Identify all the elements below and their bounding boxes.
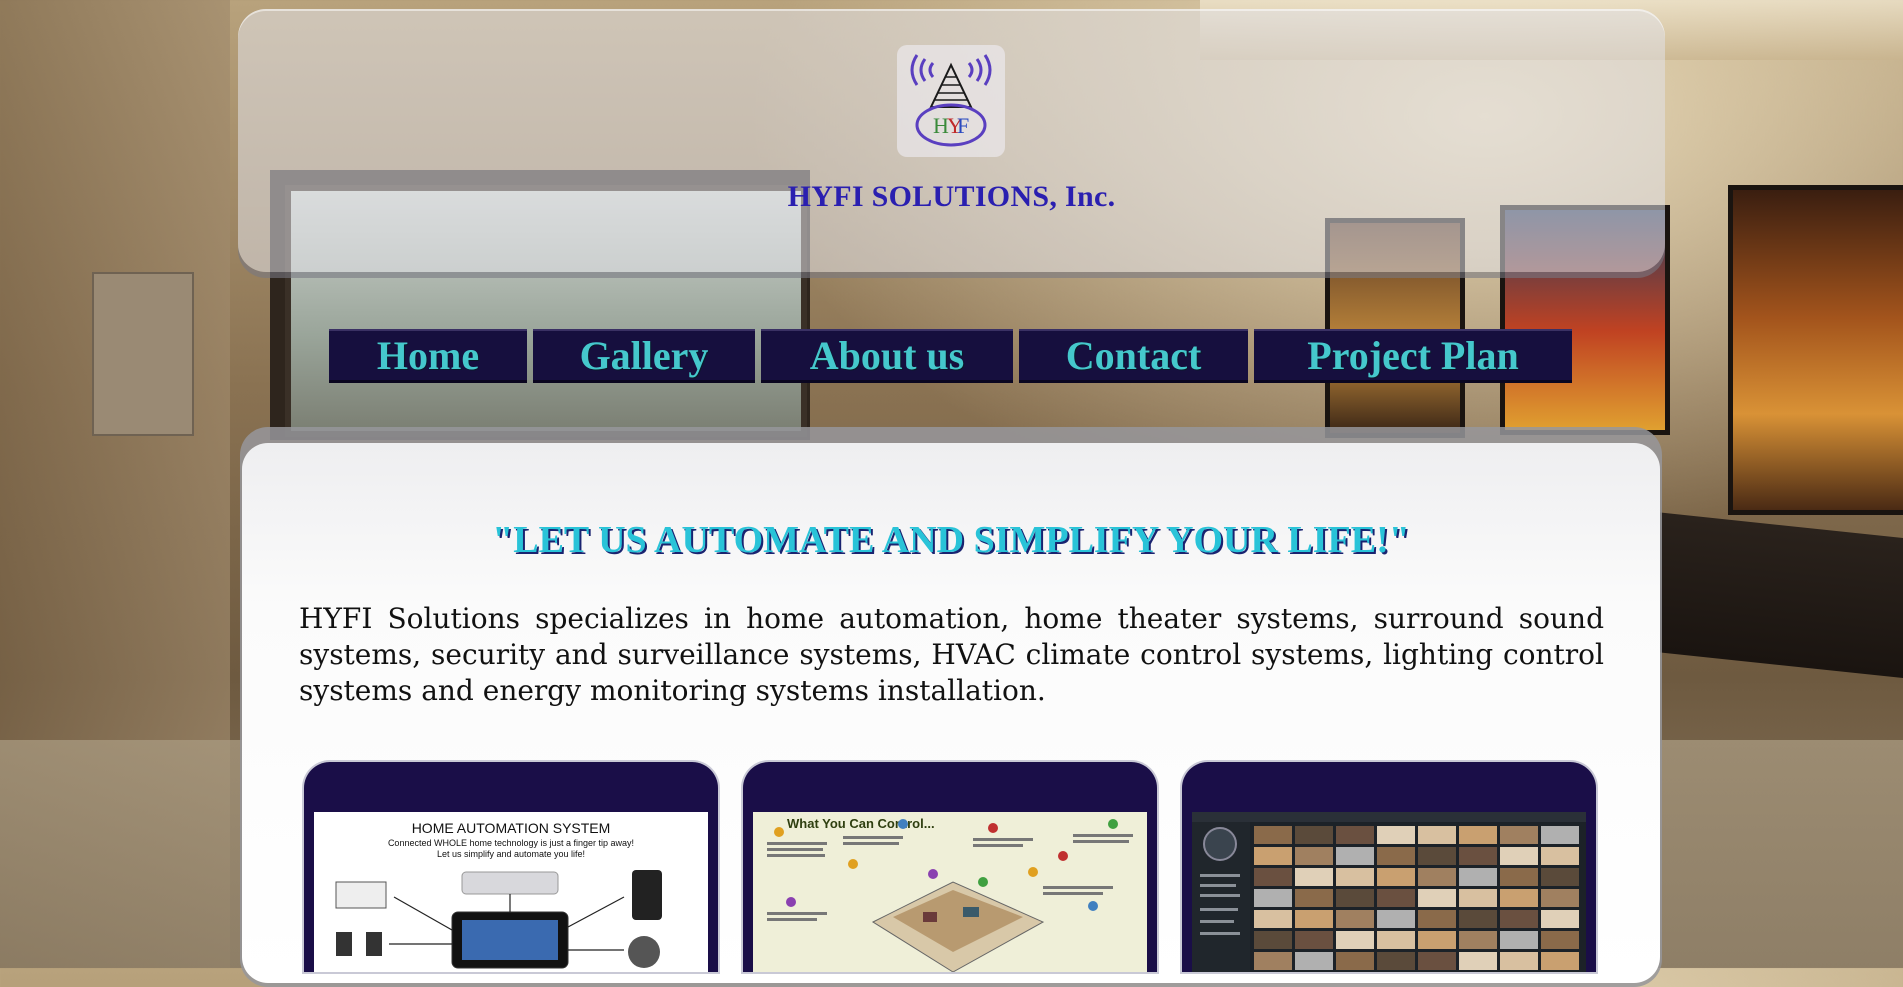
thumbnail [1254,952,1292,970]
thumbnail [1295,952,1333,970]
thumbnail [1541,826,1579,844]
thumbnail [1541,868,1579,886]
thumbnail [1500,826,1538,844]
thumbnail [1336,847,1374,865]
thumbnail [1254,868,1292,886]
thumbnail [1336,826,1374,844]
nav-item-contact[interactable]: Contact [1019,329,1248,383]
thumbnail [1418,952,1456,970]
main-nav: Home Gallery About us Contact Project Pl… [329,329,1578,383]
thumbnail [1418,931,1456,949]
card-image: HOME AUTOMATION SYSTEM Connected WHOLE h… [314,812,708,972]
thumbnail [1418,826,1456,844]
thumbnail [1377,889,1415,907]
thumbnail [1295,868,1333,886]
house-control-illustration [767,819,1133,972]
card-image [1192,812,1586,972]
thumbnail [1295,931,1333,949]
nav-item-home[interactable]: Home [329,329,527,383]
thumbnail [1254,847,1292,865]
thumbnail [1254,910,1292,928]
thumbnail [1336,889,1374,907]
thumbnail [1336,868,1374,886]
thumbnail [1418,868,1456,886]
site-title: HYFI SOLUTIONS, Inc. [787,180,1116,213]
thumbnail [1541,889,1579,907]
intro-paragraph: HYFI Solutions specializes in home autom… [299,602,1604,707]
thumbnail [1459,889,1497,907]
thumbnail [1500,931,1538,949]
card-image: What You Can Control... [753,812,1147,972]
svg-text:F: F [957,113,969,138]
thumbnail [1541,910,1579,928]
thumbnail [1254,826,1292,844]
thumbnail [1377,826,1415,844]
thumbnail [1377,868,1415,886]
card-what-you-can-control[interactable]: What You Can Control... [743,762,1157,972]
nav-item-gallery[interactable]: Gallery [533,329,755,383]
media-grid-screenshot [1192,812,1586,972]
thumbnail [1254,931,1292,949]
thumbnail [1295,847,1333,865]
thumbnail [1377,847,1415,865]
thumbnail [1377,910,1415,928]
thumbnail [1500,952,1538,970]
thumbnail [1295,889,1333,907]
card-home-automation[interactable]: HOME AUTOMATION SYSTEM Connected WHOLE h… [304,762,718,972]
thumbnail [1500,889,1538,907]
thumbnail [1418,847,1456,865]
tagline: "LET US AUTOMATE AND SIMPLIFY YOUR LIFE!… [492,519,1410,561]
nav-item-project-plan[interactable]: Project Plan [1254,329,1572,383]
thumbnail [1459,826,1497,844]
thumbnail [1459,868,1497,886]
thumbnail [1541,931,1579,949]
thumbnail [1500,910,1538,928]
thumbnail [1459,952,1497,970]
thumbnail [1500,868,1538,886]
thumbnail [1541,952,1579,970]
card-media-library[interactable] [1182,762,1596,972]
thumbnail [1336,952,1374,970]
background-wall-panel [92,272,194,436]
thumbnail [1254,889,1292,907]
thumbnail [1500,847,1538,865]
thumbnail [1418,910,1456,928]
thumbnail [1418,889,1456,907]
thumbnail [1541,847,1579,865]
thumbnail [1459,847,1497,865]
thumbnail [1377,931,1415,949]
hyfi-tower-logo-icon[interactable]: H Y F [897,45,1005,157]
thumbnail [1336,910,1374,928]
thumbnail [1295,826,1333,844]
thumbnail [1459,931,1497,949]
thumbnail [1377,952,1415,970]
background-poster [1728,185,1903,515]
thumbnail [1295,910,1333,928]
thumbnail [1459,910,1497,928]
automation-diagram [335,870,662,969]
nav-item-about[interactable]: About us [761,329,1013,383]
thumbnail [1336,931,1374,949]
